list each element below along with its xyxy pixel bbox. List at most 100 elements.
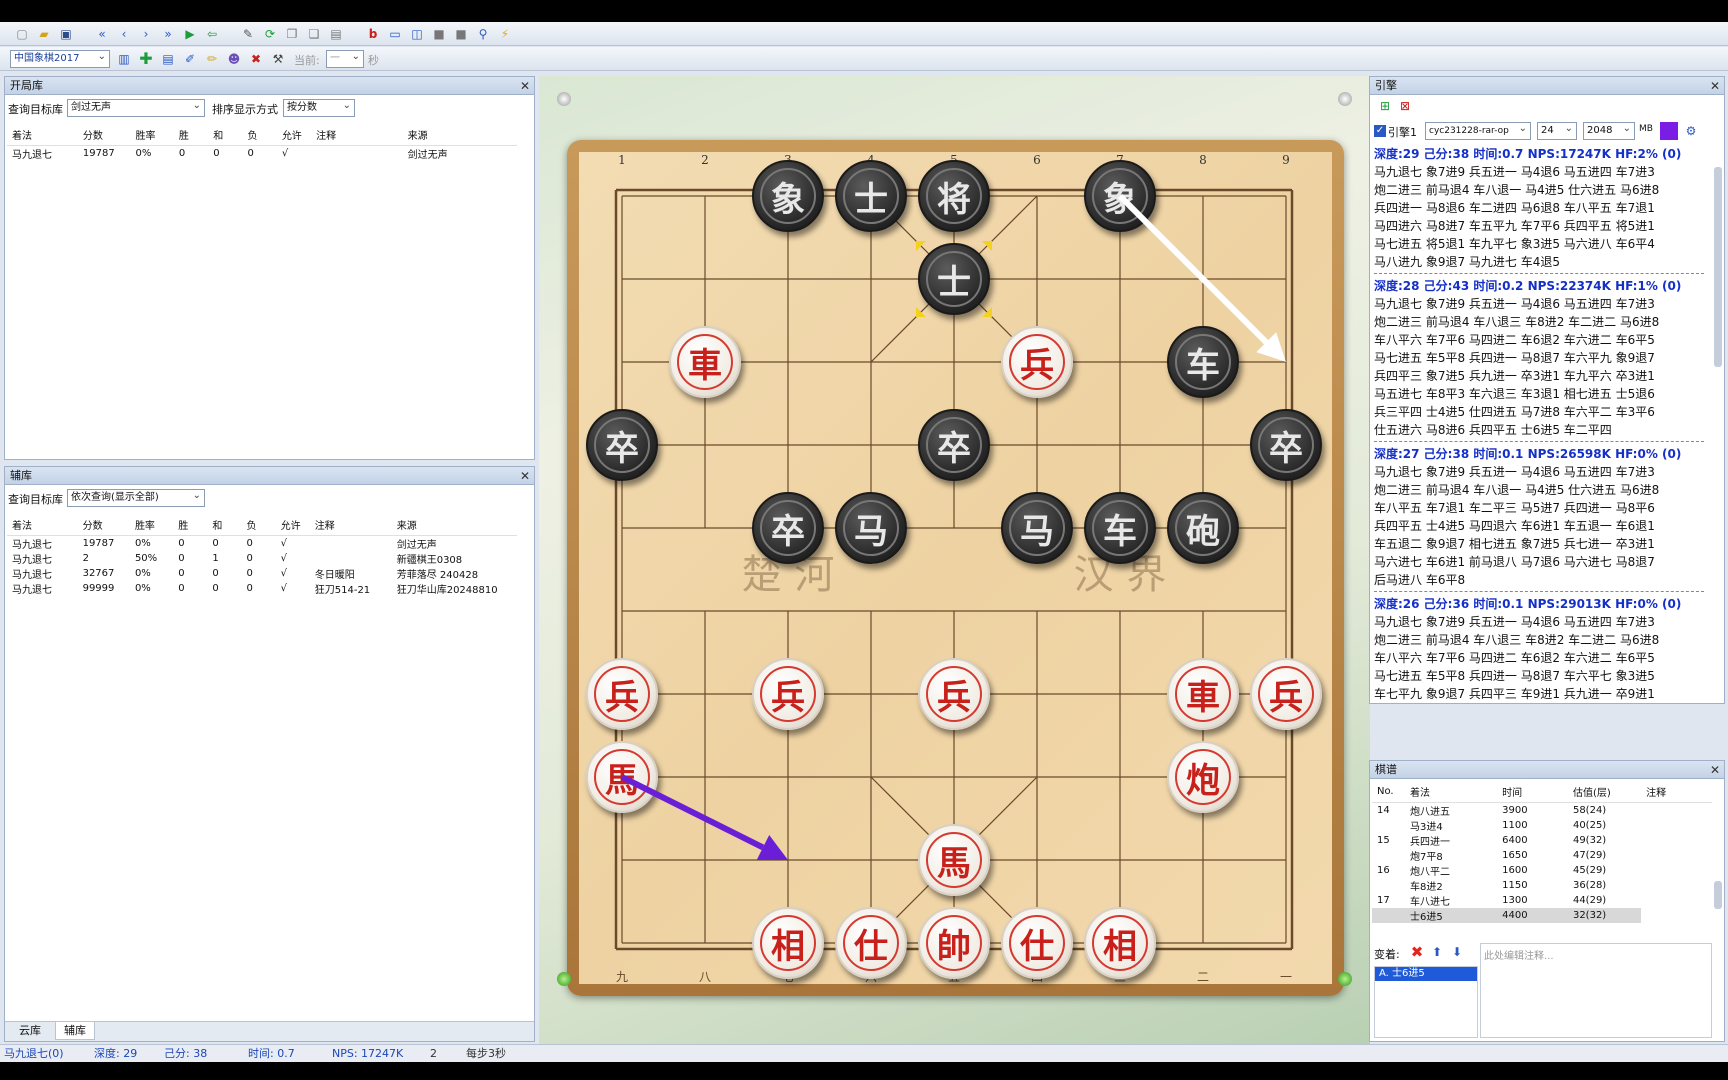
red-piece[interactable]: 馬 [586, 741, 658, 813]
black-piece[interactable]: 马 [835, 492, 907, 564]
column-header[interactable]: 分数 [77, 515, 130, 536]
variation-item[interactable]: A. 士6进5 [1375, 967, 1477, 981]
black-piece[interactable]: 士 [835, 160, 907, 232]
black-piece[interactable]: 将 [918, 160, 990, 232]
close-icon[interactable]: ✕ [520, 77, 530, 95]
refresh-icon[interactable]: ⟳ [261, 25, 279, 43]
red-piece[interactable]: 仕 [1001, 907, 1073, 979]
engine-select[interactable]: cyc231228-rar-op [1425, 122, 1531, 140]
red-piece[interactable]: 兵 [1001, 326, 1073, 398]
column-header[interactable]: 胜 [173, 125, 209, 146]
column-header[interactable]: No. [1372, 782, 1406, 803]
table-row[interactable]: 14 炮八进五 3900 58(24) [1372, 802, 1712, 818]
table-row[interactable]: 15 兵四进一 6400 49(32) [1372, 833, 1712, 848]
table-row[interactable]: 马3进4 1100 40(25) [1372, 818, 1712, 833]
delete-icon[interactable]: ✖ [1408, 943, 1426, 961]
pencil-icon[interactable]: ✏ [203, 50, 221, 68]
red-piece[interactable]: 兵 [752, 658, 824, 730]
comment-field[interactable]: 此处编辑注释... [1480, 943, 1712, 1038]
column-header[interactable]: 注释 [311, 125, 403, 146]
table-row[interactable]: 炮7平8 1650 47(29) [1372, 848, 1712, 863]
column-header[interactable]: 时间 [1497, 782, 1568, 803]
edit-icon[interactable]: ✎ [239, 25, 257, 43]
user-icon[interactable]: ☻ [225, 50, 243, 68]
sort-select[interactable]: 按分数 [283, 99, 355, 117]
column-header[interactable]: 和 [207, 515, 242, 536]
record-scrollbar[interactable] [1714, 881, 1722, 909]
threads-select[interactable]: 24 [1537, 122, 1577, 140]
table-row[interactable]: 17 车八进七 1300 44(29) [1372, 893, 1712, 908]
current-select[interactable]: 一 [326, 50, 364, 68]
load-engine-icon[interactable]: ⊞ [1376, 97, 1394, 115]
move-up-icon[interactable]: ⬆ [1428, 943, 1446, 961]
aux-target-select[interactable]: 依次查询(显示全部) [67, 489, 205, 507]
prev-move-icon[interactable]: ‹ [115, 25, 133, 43]
column-header[interactable]: 负 [241, 515, 276, 536]
table-row[interactable]: 士6进5 4400 32(32) [1372, 907, 1712, 923]
black-piece[interactable]: 马 [1001, 492, 1073, 564]
close-icon[interactable]: ✕ [1710, 761, 1720, 779]
table-row[interactable]: 马九退七 32767 0% 0 0 0 √ 冬日暖阳 芳菲落尽 240428 [7, 566, 517, 581]
color-swatch[interactable] [1660, 122, 1678, 140]
engine-checkbox[interactable]: ✓ [1374, 125, 1386, 137]
layout-3-icon[interactable]: ■ [430, 25, 448, 43]
column-header[interactable]: 胜率 [129, 515, 174, 536]
column-header[interactable]: 胜率 [130, 125, 174, 146]
new-file-icon[interactable]: ▢ [13, 25, 31, 43]
last-move-icon[interactable]: » [159, 25, 177, 43]
back-arrow-icon[interactable]: ⇦ [203, 25, 221, 43]
black-piece[interactable]: 卒 [1250, 409, 1322, 481]
column-header[interactable]: 允许 [276, 125, 312, 146]
save-icon[interactable]: ▣ [57, 25, 75, 43]
duplicate-icon[interactable]: ❏ [305, 25, 323, 43]
column-header[interactable]: 着法 [7, 125, 78, 146]
tool-icon[interactable]: ⚒ [269, 50, 287, 68]
black-piece[interactable]: 砲 [1167, 492, 1239, 564]
unload-engine-icon[interactable]: ⊠ [1396, 97, 1414, 115]
column-header[interactable]: 注释 [1641, 782, 1712, 803]
open-folder-icon[interactable]: ▰ [35, 25, 53, 43]
column-header[interactable]: 着法 [1405, 782, 1498, 803]
add-icon[interactable]: ✚ [137, 50, 155, 68]
red-piece[interactable]: 車 [1167, 658, 1239, 730]
column-header[interactable]: 来源 [402, 125, 517, 146]
column-header[interactable]: 胜 [173, 515, 208, 536]
red-piece[interactable]: 仕 [835, 907, 907, 979]
table-row[interactable]: 马九退七 19787 0% 0 0 0 √ 剑过无声 [7, 535, 517, 551]
red-piece[interactable]: 車 [669, 326, 741, 398]
magnifier-icon[interactable]: ⚲ [474, 25, 492, 43]
eraser-icon[interactable]: ✖ [247, 50, 265, 68]
black-piece[interactable]: 象 [752, 160, 824, 232]
next-move-icon[interactable]: › [137, 25, 155, 43]
black-piece[interactable]: 象 [1084, 160, 1156, 232]
red-piece[interactable]: 兵 [918, 658, 990, 730]
column-header[interactable]: 和 [208, 125, 243, 146]
red-piece[interactable]: 相 [1084, 907, 1156, 979]
bold-b-icon[interactable]: b [364, 25, 382, 43]
column-header[interactable]: 分数 [77, 125, 131, 146]
table-row[interactable]: 车8进2 1150 36(28) [1372, 878, 1712, 893]
engine-scrollbar[interactable] [1714, 167, 1722, 367]
table-row[interactable]: 16 炮八平二 1600 45(29) [1372, 863, 1712, 878]
column-header[interactable]: 着法 [7, 515, 78, 536]
black-piece[interactable]: 卒 [918, 409, 990, 481]
red-piece[interactable]: 兵 [1250, 658, 1322, 730]
black-piece[interactable]: 车 [1084, 492, 1156, 564]
tab-cloud[interactable]: 云库 [11, 1022, 49, 1040]
table-row[interactable]: 马九退七 2 50% 0 1 0 √ 新疆棋王0308 [7, 551, 517, 566]
hash-select[interactable]: 2048 [1583, 122, 1635, 140]
chart-icon[interactable]: ▥ [115, 50, 133, 68]
close-icon[interactable]: ✕ [520, 467, 530, 485]
target-lib-select[interactable]: 剑过无声 [67, 99, 205, 117]
lightning-icon[interactable]: ⚡ [496, 25, 514, 43]
copy-icon[interactable]: ❐ [283, 25, 301, 43]
column-header[interactable]: 估值(层) [1567, 782, 1642, 803]
black-piece[interactable]: 卒 [586, 409, 658, 481]
black-piece[interactable]: 车 [1167, 326, 1239, 398]
layout-4-icon[interactable]: ■ [452, 25, 470, 43]
move-down-icon[interactable]: ⬇ [1448, 943, 1466, 961]
column-header[interactable]: 来源 [391, 515, 517, 536]
settings-wrench-icon[interactable]: ⚙ [1682, 122, 1700, 140]
paste-icon[interactable]: ▤ [327, 25, 345, 43]
variant-select[interactable]: 中国象棋2017 [10, 50, 110, 68]
